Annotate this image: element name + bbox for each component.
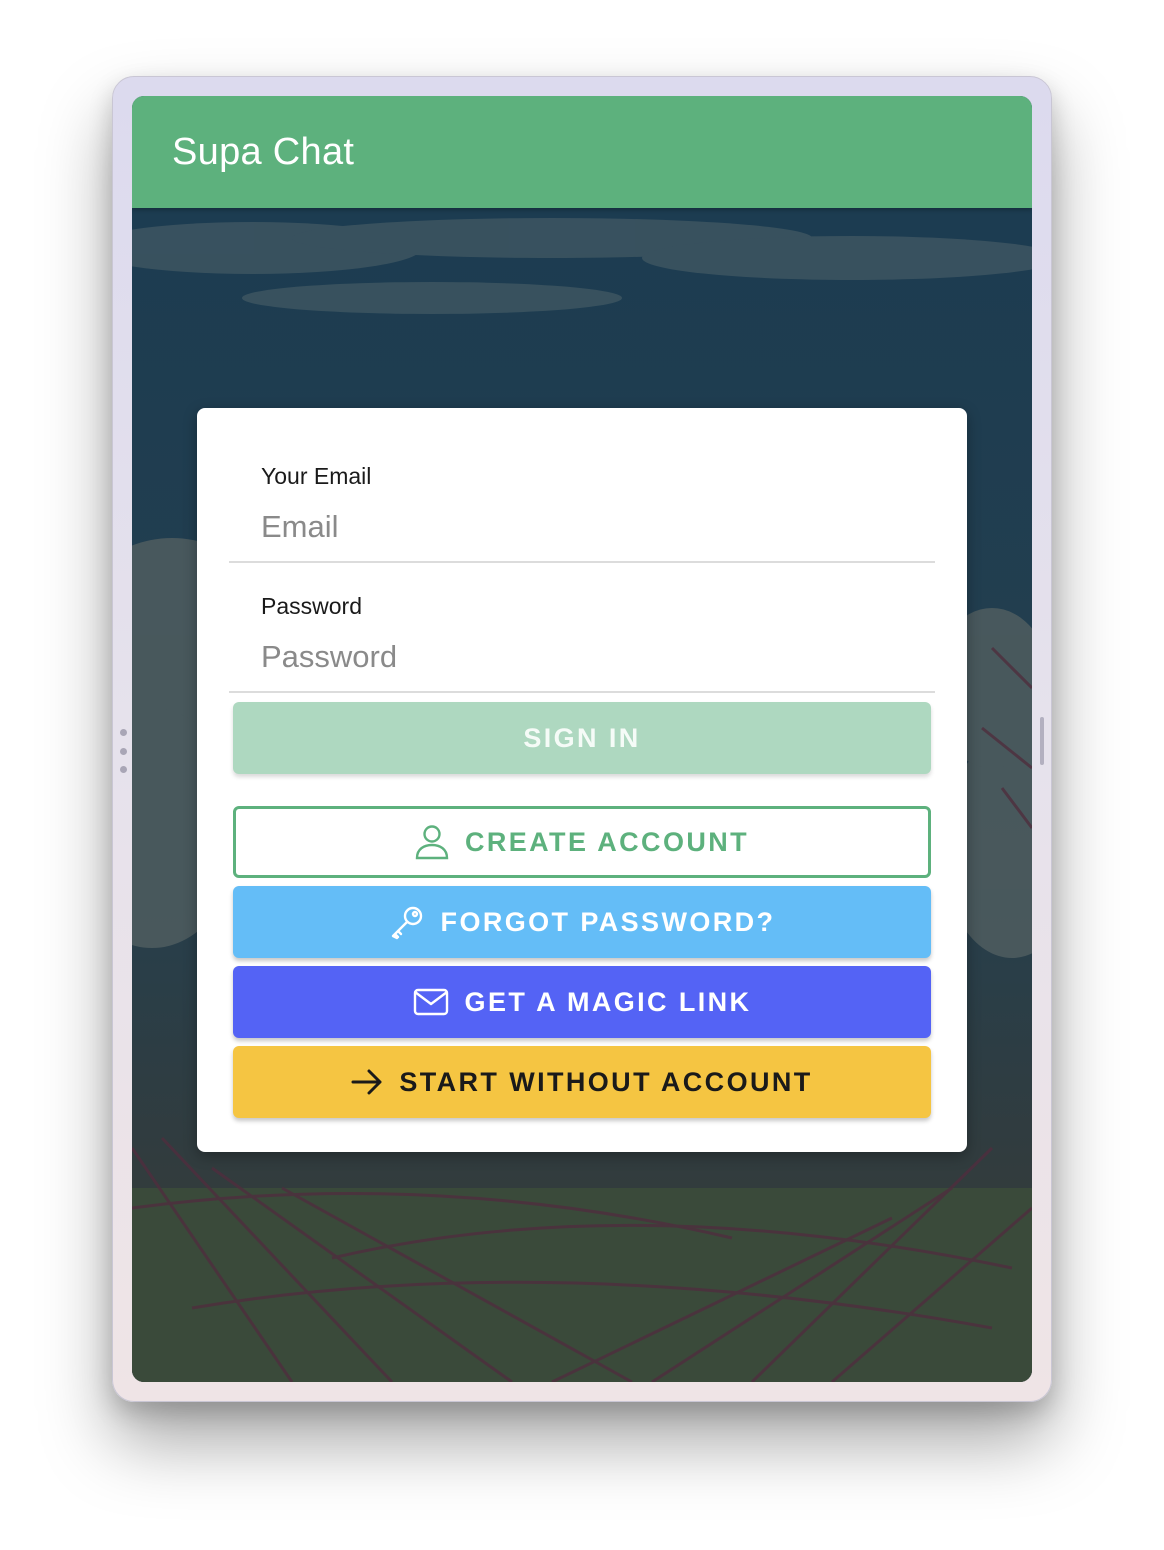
email-field: Your Email	[229, 433, 935, 563]
start-without-account-label: START WITHOUT ACCOUNT	[399, 1066, 813, 1097]
key-icon	[389, 904, 425, 940]
password-input[interactable]	[261, 635, 901, 679]
create-account-button[interactable]: CREATE ACCOUNT	[233, 806, 931, 878]
magic-link-button[interactable]: GET A MAGIC LINK	[233, 966, 931, 1038]
mail-icon	[413, 988, 449, 1016]
login-card: Your Email Password SIGN IN CREATE ACCOU…	[197, 408, 967, 1152]
app-title: Supa Chat	[172, 130, 355, 173]
start-without-account-button[interactable]: START WITHOUT ACCOUNT	[233, 1046, 931, 1118]
user-icon	[415, 824, 449, 860]
app-bar: Supa Chat	[132, 96, 1032, 208]
password-field: Password	[229, 563, 935, 693]
forgot-password-button[interactable]: FORGOT PASSWORD?	[233, 886, 931, 958]
drag-dots-icon[interactable]	[119, 729, 127, 773]
app-window: Supa Chat Your Email Email Password SIGN…	[132, 96, 1032, 1382]
resize-handle[interactable]	[1040, 717, 1044, 765]
sign-in-label: SIGN IN	[523, 722, 641, 753]
password-label: Password	[261, 593, 362, 619]
forgot-password-label: FORGOT PASSWORD?	[440, 906, 776, 937]
magic-link-label: GET A MAGIC LINK	[464, 986, 752, 1017]
arrow-right-icon	[351, 1068, 383, 1096]
email-label: Your Email	[261, 463, 372, 489]
sign-in-button[interactable]: SIGN IN	[233, 702, 931, 774]
create-account-label: CREATE ACCOUNT	[464, 826, 750, 857]
email-input[interactable]	[261, 505, 901, 549]
